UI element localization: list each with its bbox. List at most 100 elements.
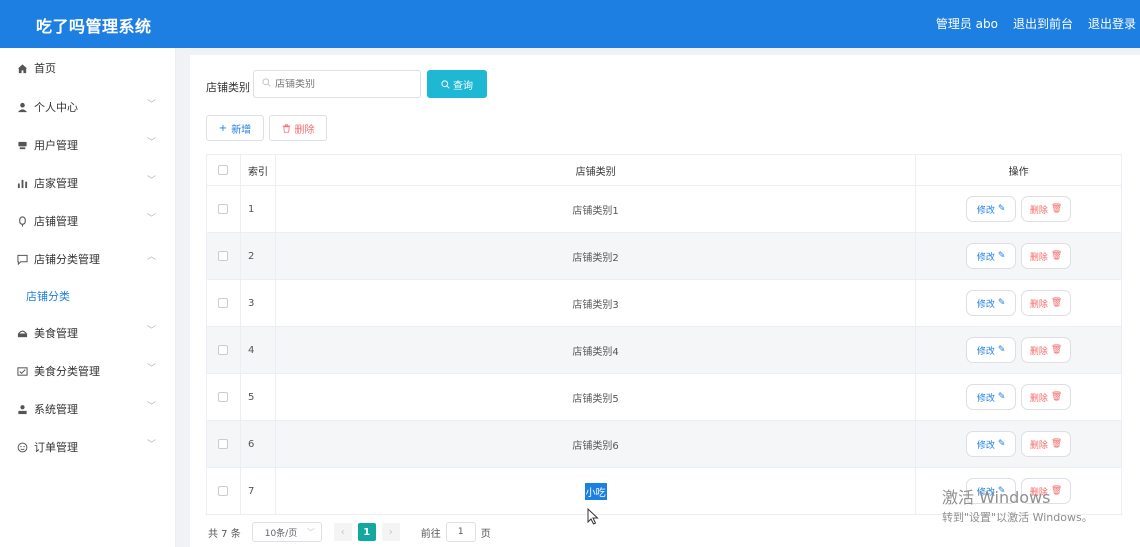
sidebar-item-system[interactable]: 系统管理 ﹀ <box>0 390 175 428</box>
sidebar-item-label: 个人中心 <box>34 101 78 114</box>
sidebar-item-label: 店铺分类管理 <box>34 253 100 266</box>
edit-label: 修改 <box>976 487 995 498</box>
goto-label: 前往 <box>420 528 441 540</box>
delete-button-label: 删除 <box>294 124 315 136</box>
delete-label: 删除 <box>1029 205 1048 216</box>
edit-button[interactable]: 修改 ✎ <box>966 196 1017 222</box>
row-checkbox[interactable] <box>218 392 229 402</box>
users-icon <box>16 139 28 151</box>
top-header: 吃了吗管理系统 管理员 abo 退出到前台 退出登录 <box>0 0 1140 48</box>
edit-icon: ✎ <box>997 392 1006 402</box>
exit-to-front-link[interactable]: 退出到前台 <box>1013 15 1073 32</box>
sidebar-item-orders[interactable]: 订单管理 ﹀ <box>0 428 175 466</box>
sidebar-item-food[interactable]: 美食管理 ﹀ <box>0 314 175 352</box>
edit-icon: ✎ <box>997 204 1006 214</box>
chevron-down-icon: ﹀ <box>147 176 157 186</box>
edit-button[interactable]: 修改 ✎ <box>966 431 1017 457</box>
sidebar-item-label: 订单管理 <box>34 441 78 454</box>
row-checkbox[interactable] <box>218 486 229 496</box>
page-size-value: 10条/页 <box>264 528 298 539</box>
search-field[interactable] <box>253 70 421 98</box>
chevron-down-icon: ﹀ <box>147 138 157 148</box>
add-button[interactable]: + 新增 <box>206 115 264 141</box>
edit-icon: ✎ <box>997 439 1006 449</box>
plus-icon: + <box>218 122 228 134</box>
edit-label: 修改 <box>976 205 995 216</box>
sidebar-item-home[interactable]: 首页 <box>0 48 175 88</box>
sidebar-item-profile[interactable]: 个人中心 ﹀ <box>0 88 175 126</box>
row-category-name: 店铺类别6 <box>276 421 917 467</box>
batch-delete-button[interactable]: 删除 <box>269 115 327 141</box>
row-checkbox[interactable] <box>218 298 229 308</box>
edit-button[interactable]: 修改 ✎ <box>966 337 1017 363</box>
delete-button[interactable]: 删除 🗑 <box>1021 196 1072 222</box>
table-row: 6 店铺类别6 修改 ✎ 删除 🗑 <box>207 421 1123 468</box>
header-actions: 管理员 abo 退出到前台 退出登录 <box>936 15 1136 32</box>
sidebar-item-shops[interactable]: 店铺管理 ﹀ <box>0 202 175 240</box>
search-input[interactable] <box>275 78 415 90</box>
delete-button[interactable]: 删除 🗑 <box>1021 243 1072 269</box>
trash-icon: 🗑 <box>1050 486 1063 496</box>
mouse-cursor-icon <box>587 507 599 525</box>
main-content: 店铺类别 查询 + 新增 删除 索引 店铺类别 操作 1 店铺类别1 <box>190 55 1140 547</box>
delete-button[interactable]: 删除 🗑 <box>1021 290 1072 316</box>
delete-button[interactable]: 删除 🗑 <box>1021 431 1072 457</box>
table-header: 索引 店铺类别 操作 <box>207 155 1123 186</box>
sidebar-item-label: 美食分类管理 <box>34 365 100 378</box>
row-checkbox[interactable] <box>218 204 229 214</box>
row-category-name: 店铺类别2 <box>276 233 917 279</box>
row-index: 7 <box>241 468 276 514</box>
delete-label: 删除 <box>1029 252 1048 263</box>
chevron-down-icon: ﹀ <box>147 100 157 110</box>
delete-button[interactable]: 删除 🗑 <box>1021 337 1072 363</box>
row-category-name: 小吃 <box>584 482 607 500</box>
delete-button[interactable]: 删除 🗑 <box>1021 384 1072 410</box>
sidebar-item-merchants[interactable]: 店家管理 ﹀ <box>0 164 175 202</box>
delete-label: 删除 <box>1029 393 1048 404</box>
query-button[interactable]: 查询 <box>427 70 487 98</box>
trash-icon: 🗑 <box>1050 251 1063 261</box>
edit-button[interactable]: 修改 ✎ <box>966 243 1017 269</box>
edit-icon: ✎ <box>997 251 1006 261</box>
delete-label: 删除 <box>1029 440 1048 451</box>
page-size-select[interactable]: 10条/页 ﹀ <box>251 522 322 542</box>
edit-label: 修改 <box>976 440 995 451</box>
edit-label: 修改 <box>976 252 995 263</box>
total-count: 共 7 条 <box>208 528 241 540</box>
row-checkbox[interactable] <box>218 251 229 261</box>
edit-button[interactable]: 修改 ✎ <box>966 290 1017 316</box>
delete-label: 删除 <box>1029 487 1048 498</box>
column-header-actions: 操作 <box>916 155 1123 185</box>
delete-button[interactable]: 删除 🗑 <box>1021 478 1072 504</box>
query-button-label: 查询 <box>453 80 473 92</box>
home-icon <box>16 62 28 74</box>
logout-link[interactable]: 退出登录 <box>1088 15 1136 32</box>
pagination: 共 7 条 10条/页 ﹀ ‹ 1 › 前往 页 <box>208 522 491 542</box>
row-index: 6 <box>241 421 276 467</box>
next-page-button[interactable]: › <box>381 523 400 541</box>
prev-page-button[interactable]: ‹ <box>333 523 352 541</box>
edit-button[interactable]: 修改 ✎ <box>966 384 1017 410</box>
sidebar: 首页 个人中心 ﹀ 用户管理 ﹀ 店家管理 ﹀ 店铺管理 ﹀ 店铺分类管理 ︿ <box>0 48 176 547</box>
goto-page-input[interactable] <box>445 522 476 542</box>
select-all-checkbox[interactable] <box>218 165 229 175</box>
trash-icon: 🗑 <box>1050 204 1063 214</box>
chevron-down-icon: ﹀ <box>147 326 157 336</box>
sidebar-item-shop-category[interactable]: 店铺分类管理 ︿ <box>0 240 175 278</box>
page-number-current[interactable]: 1 <box>357 523 376 541</box>
sidebar-item-label: 美食管理 <box>34 327 78 340</box>
delete-label: 删除 <box>1029 346 1048 357</box>
chevron-down-icon: ﹀ <box>306 528 315 537</box>
sidebar-item-food-category[interactable]: 美食分类管理 ﹀ <box>0 352 175 390</box>
chevron-down-icon: ﹀ <box>147 402 157 412</box>
row-checkbox[interactable] <box>218 345 229 355</box>
edit-button[interactable]: 修改 ✎ <box>966 478 1017 504</box>
row-checkbox[interactable] <box>218 439 229 449</box>
chevron-up-icon: ︿ <box>147 252 157 262</box>
sidebar-item-users[interactable]: 用户管理 ﹀ <box>0 126 175 164</box>
sidebar-subitem-shop-category[interactable]: 店铺分类 <box>0 278 175 314</box>
row-category-name: 店铺类别1 <box>276 186 917 232</box>
row-index: 1 <box>241 186 276 232</box>
sidebar-item-label: 店铺管理 <box>34 215 78 228</box>
row-index: 3 <box>241 280 276 326</box>
